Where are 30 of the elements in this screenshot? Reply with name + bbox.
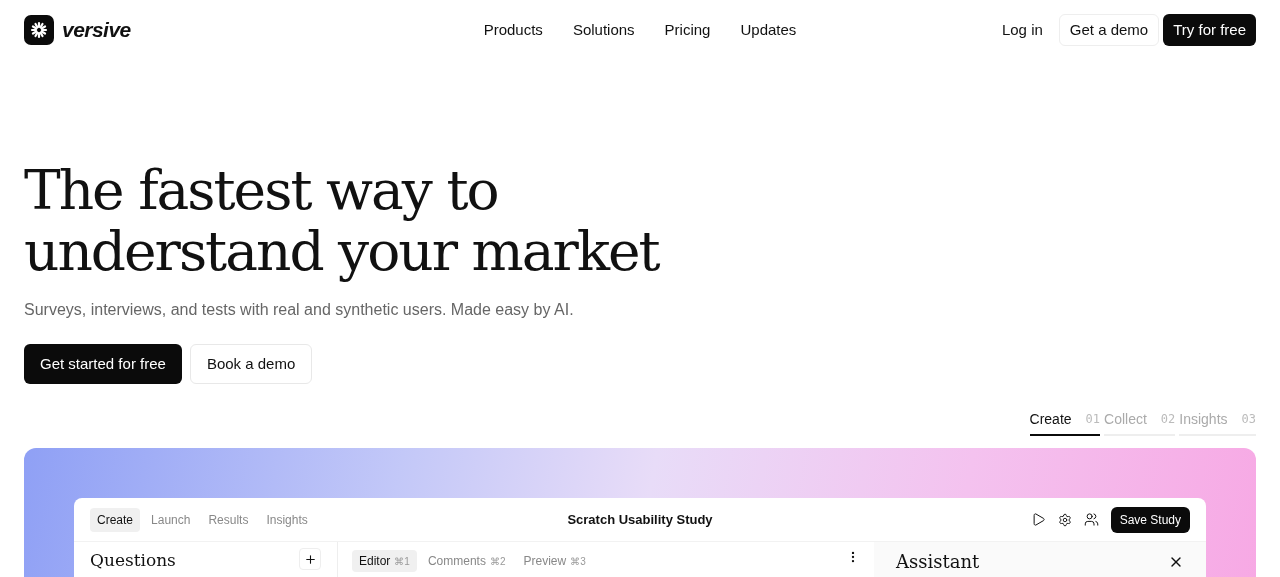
app-tab[interactable]: Insights [259, 507, 315, 532]
editor-tab[interactable]: Editor ⌘1 [352, 550, 417, 572]
brand-name[interactable]: versive [62, 14, 131, 46]
play-icon[interactable] [1030, 512, 1046, 527]
nav-link[interactable]: Pricing [664, 18, 711, 42]
step-tab[interactable]: Create 01 [1029, 404, 1101, 436]
nav-link[interactable]: Products [483, 18, 543, 42]
app-tab[interactable]: Create [90, 507, 141, 532]
hero-title: The fastest way to understand your market [24, 160, 661, 282]
try-button[interactable]: Try for free [1163, 14, 1256, 46]
demo-button[interactable]: Get a demo [1058, 14, 1160, 46]
hero-subtitle: Surveys, interviews, and tests with real and synthetic users. Made easy by AI. [24, 300, 575, 320]
editor-tab[interactable]: Comments ⌘2 [420, 550, 513, 572]
app-tab[interactable]: Launch [144, 507, 198, 532]
add-button[interactable] [299, 548, 321, 570]
get-started-button[interactable]: Get started for free [24, 344, 182, 384]
questions-heading: Questions [90, 549, 176, 572]
logo-icon [24, 15, 54, 45]
editor-tab[interactable]: Preview ⌘3 [516, 550, 593, 572]
settings-icon[interactable] [1057, 512, 1072, 527]
assistant-heading: Assistant [896, 550, 980, 574]
nav-link[interactable]: Updates [740, 18, 797, 42]
study-title: Scratch Usability Study [567, 510, 713, 529]
app-tab[interactable]: Results [201, 507, 256, 532]
book-demo-button[interactable]: Book a demo [189, 344, 313, 384]
login-link[interactable]: Log in [989, 18, 1055, 42]
save-study-button[interactable]: Save Study [1110, 506, 1190, 533]
nav-link[interactable]: Solutions [572, 18, 635, 42]
plus-icon [303, 552, 317, 566]
users-icon[interactable] [1083, 512, 1099, 527]
